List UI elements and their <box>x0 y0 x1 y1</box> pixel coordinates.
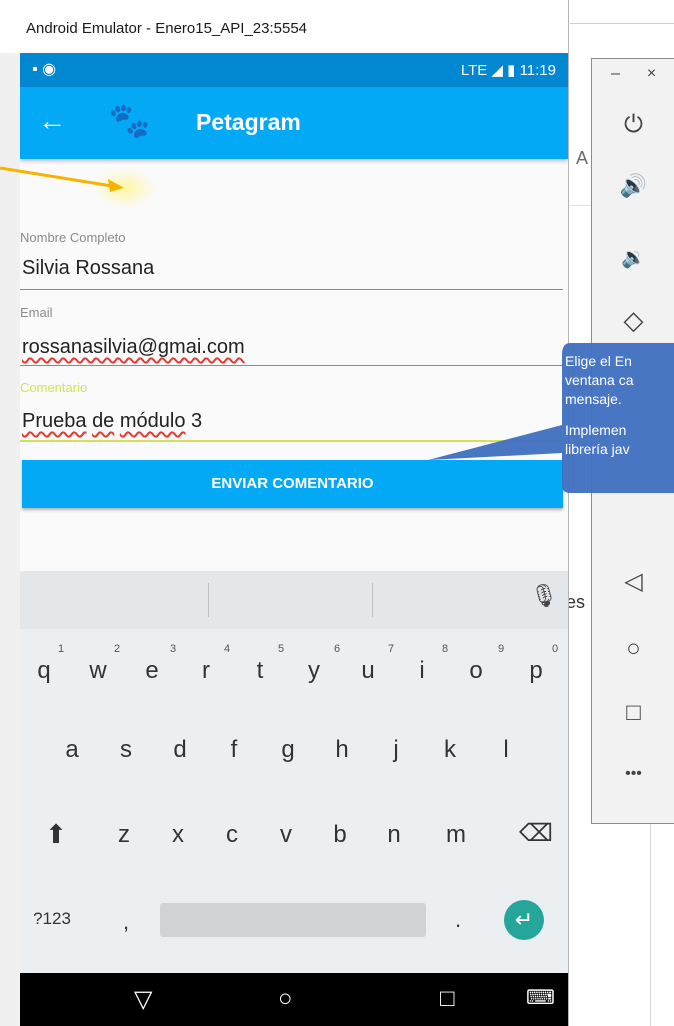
comma-key[interactable]: , <box>104 909 148 935</box>
key-e[interactable]: e <box>130 657 174 685</box>
overview-icon[interactable]: □ <box>592 699 674 727</box>
key-hint: 8 <box>442 643 449 655</box>
name-underline <box>20 289 563 290</box>
volume-down-icon[interactable]: 🔉 <box>592 245 674 270</box>
key-o[interactable]: o <box>454 657 498 685</box>
battery-icon: ▮ <box>507 62 516 79</box>
key-a[interactable]: a <box>50 736 94 764</box>
annotation-arrow <box>0 166 157 208</box>
shift-icon[interactable]: ⬆ <box>34 819 78 850</box>
space-bar[interactable] <box>160 903 426 937</box>
key-t[interactable]: t <box>238 657 282 685</box>
keyboard-switch-icon[interactable]: ⌨ <box>526 985 555 1010</box>
name-field[interactable]: Silvia Rossana <box>22 257 154 280</box>
status-bar: ▪ ◉ LTE ◢ ▮ 11:19 <box>20 53 568 87</box>
key-hint: 4 <box>224 643 231 655</box>
suggestion-divider <box>208 583 209 617</box>
status-right: LTE ◢ ▮ 11:19 <box>461 61 556 79</box>
more-icon[interactable]: ••• <box>592 765 674 783</box>
key-h[interactable]: h <box>320 736 364 764</box>
mic-icon[interactable]: 🎙 <box>530 583 558 609</box>
key-hint: 1 <box>58 643 65 655</box>
notification-icons: ▪ ◉ <box>32 61 57 78</box>
callout-spacer <box>565 409 674 421</box>
key-p[interactable]: p <box>514 657 558 685</box>
callout-line: ventana ca <box>565 372 634 388</box>
comment-word: módulo <box>119 410 186 432</box>
suggestion-strip: 🎙 <box>20 571 568 629</box>
comment-label: Comentario <box>20 380 88 395</box>
background-text-a: A <box>576 148 589 168</box>
key-hint: 0 <box>552 643 559 655</box>
comment-field[interactable]: Prueba de módulo 3 <box>22 410 202 433</box>
key-x[interactable]: x <box>156 821 200 849</box>
key-u[interactable]: u <box>346 657 390 685</box>
key-hint: 2 <box>114 643 121 655</box>
key-hint: 9 <box>498 643 505 655</box>
key-g[interactable]: g <box>266 736 310 764</box>
comment-word: 3 <box>191 410 203 432</box>
symbols-key[interactable]: ?123 <box>20 909 84 929</box>
power-icon[interactable]: ⏻ <box>592 111 674 139</box>
app-title: Petagram <box>196 109 301 135</box>
key-k[interactable]: k <box>428 736 472 764</box>
period-key[interactable]: . <box>436 907 480 933</box>
key-hint: 7 <box>388 643 395 655</box>
key-f[interactable]: f <box>212 736 256 764</box>
enter-icon[interactable]: ↵ <box>504 900 544 940</box>
window-title: Android Emulator - Enero15_API_23:5554 <box>26 20 308 37</box>
comment-word: Prueba <box>22 410 87 432</box>
key-m[interactable]: m <box>434 821 478 849</box>
suggestion-divider <box>372 583 373 617</box>
rotate-icon[interactable]: ◇ <box>592 305 674 336</box>
comment-word: de <box>92 410 115 432</box>
window-titlebar[interactable]: Android Emulator - Enero15_API_23:5554 <box>0 0 568 53</box>
close-icon[interactable]: × <box>610 65 674 83</box>
key-l[interactable]: l <box>484 736 528 764</box>
signal-icon: LTE ◢ <box>460 62 503 79</box>
key-y[interactable]: y <box>292 657 336 685</box>
nav-home-icon[interactable]: ○ <box>278 985 293 1013</box>
clock: 11:19 <box>519 62 556 79</box>
key-c[interactable]: c <box>210 821 254 849</box>
key-n[interactable]: n <box>372 821 416 849</box>
key-hint: 5 <box>278 643 285 655</box>
key-s[interactable]: s <box>104 736 148 764</box>
name-label: Nombre Completo <box>20 230 126 245</box>
key-i[interactable]: i <box>400 657 444 685</box>
callout-line: Implemen <box>565 422 627 438</box>
key-r[interactable]: r <box>184 657 228 685</box>
navigation-bar: ▽ ○ □ ⌨ <box>20 973 568 1026</box>
key-j[interactable]: j <box>374 736 418 764</box>
callout-line: librería jav <box>565 441 630 457</box>
key-b[interactable]: b <box>318 821 362 849</box>
nav-back-icon[interactable]: ▽ <box>134 985 152 1014</box>
key-v[interactable]: v <box>264 821 308 849</box>
background-divider-vertical <box>650 820 651 1026</box>
back-icon[interactable]: ◁ <box>592 567 674 596</box>
soft-keyboard: 🎙 q w e r t y u i o p 1 2 3 4 5 6 7 8 9 … <box>20 571 568 973</box>
backspace-icon[interactable]: ⌫ <box>514 819 558 848</box>
key-hint: 6 <box>334 643 341 655</box>
key-d[interactable]: d <box>158 736 202 764</box>
home-icon[interactable]: ○ <box>592 635 674 663</box>
key-q[interactable]: q <box>22 657 66 685</box>
email-label: Email <box>20 305 53 320</box>
callout-line: Elige el En <box>565 353 632 369</box>
volume-up-icon[interactable]: 🔊 <box>592 173 674 199</box>
email-field[interactable]: rossanasilvia@gmai.com <box>22 336 245 359</box>
key-hint: 3 <box>170 643 177 655</box>
callout-line: mensaje. <box>565 391 622 407</box>
key-z[interactable]: z <box>102 821 146 849</box>
background-divider <box>570 23 674 24</box>
callout-text: Elige el En ventana ca mensaje. Implemen… <box>565 352 674 459</box>
key-w[interactable]: w <box>76 657 120 685</box>
nav-recents-icon[interactable]: □ <box>440 985 455 1013</box>
